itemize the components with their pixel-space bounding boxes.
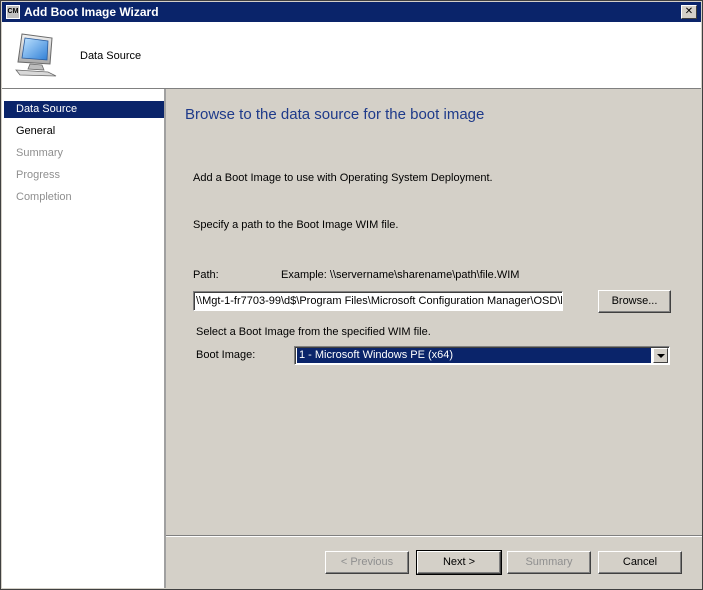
wizard-window: CM Add Boot Image Wizard ✕ Data Source D… [0, 0, 703, 590]
step-item-general[interactable]: General [4, 123, 164, 140]
path-example: Example: \\servername\sharename\path\fil… [281, 269, 520, 281]
chevron-down-icon[interactable] [653, 348, 668, 363]
cancel-button-label: Cancel [622, 556, 658, 568]
summary-button-label: Summary [525, 556, 573, 568]
previous-button-label: < Previous [340, 556, 394, 568]
step-item-data-source[interactable]: Data Source [4, 101, 164, 118]
computer-icon [15, 33, 57, 77]
step-item-summary: Summary [16, 147, 64, 159]
cancel-button[interactable]: Cancel [598, 551, 682, 574]
wizard-content: Browse to the data source for the boot i… [166, 89, 702, 535]
step-item-completion: Completion [16, 191, 72, 203]
intro-text: Add a Boot Image to use with Operating S… [193, 172, 493, 184]
summary-button: Summary [507, 551, 591, 574]
step-item-progress: Progress [16, 169, 61, 181]
next-button[interactable]: Next > [416, 550, 502, 575]
next-button-label: Next > [442, 556, 476, 568]
path-instruction: Specify a path to the Boot Image WIM fil… [193, 219, 399, 231]
wizard-footer: < Previous Next > Summary Cancel [166, 535, 702, 589]
path-input[interactable]: \\Mgt-1-fr7703-99\d$\Program Files\Micro… [193, 291, 563, 311]
close-button[interactable]: ✕ [681, 5, 697, 19]
close-icon: ✕ [684, 6, 694, 17]
step-title: Data Source [80, 50, 142, 62]
boot-image-label: Boot Image: [196, 349, 256, 361]
configmgr-app-icon: CM [6, 5, 20, 19]
previous-button: < Previous [325, 551, 409, 574]
window-title: Add Boot Image Wizard [24, 5, 159, 19]
boot-image-select[interactable]: 1 - Microsoft Windows PE (x64) [294, 346, 670, 365]
title-bar[interactable]: CM Add Boot Image Wizard ✕ [2, 2, 701, 22]
browse-button-label: Browse... [611, 295, 658, 307]
wizard-header: Data Source [2, 22, 701, 89]
browse-button[interactable]: Browse... [598, 290, 671, 313]
page-heading: Browse to the data source for the boot i… [185, 106, 485, 123]
wizard-step-list: Data Source General Summary Progress Com… [2, 89, 166, 588]
select-instruction: Select a Boot Image from the specified W… [196, 326, 431, 338]
boot-image-selected-value: 1 - Microsoft Windows PE (x64) [297, 348, 651, 363]
path-label: Path: [193, 269, 219, 281]
